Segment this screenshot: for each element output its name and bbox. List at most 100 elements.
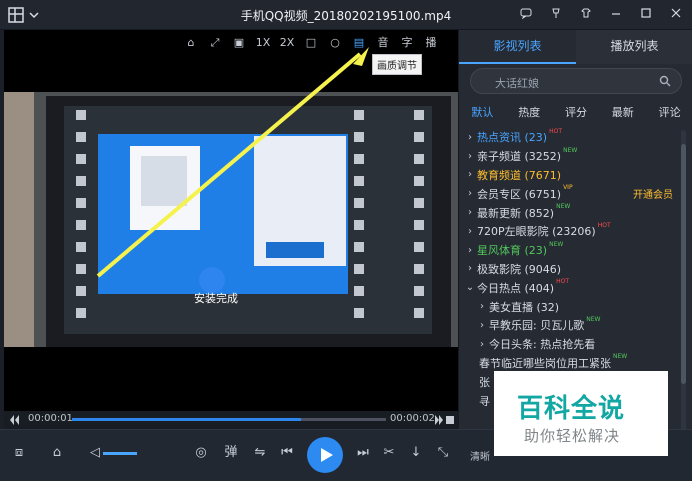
list-item[interactable]: › 早教乐园: 贝瓦儿歌 NEW [459, 316, 692, 335]
tab-playlist[interactable]: 播放列表 [576, 30, 692, 64]
clear-button[interactable]: 清晰 [470, 448, 490, 463]
watermark: 百科全说 助你轻松解决 [494, 371, 668, 456]
danmaku-button[interactable]: 弹 [220, 442, 242, 464]
minimize-icon[interactable] [610, 7, 622, 19]
chevron-down-icon[interactable]: ⌄ [463, 282, 477, 293]
chevron-right-icon[interactable]: › [463, 169, 477, 180]
chevron-right-icon[interactable]: › [463, 151, 477, 162]
search-icon[interactable] [659, 75, 671, 87]
video-toolbar: ⌂ ⤢ ▣ 1X 2X □ ○ ▤ 音 字 播 [179, 32, 443, 54]
volume-slider[interactable] [103, 452, 137, 455]
chevron-right-icon[interactable]: › [475, 339, 489, 350]
list-item-label: 早教乐园: 贝瓦儿歌 [489, 319, 585, 333]
chat-icon[interactable] [520, 7, 532, 19]
settings-sliders-icon[interactable]: ⇋ [249, 442, 271, 464]
scroll-thumb[interactable] [681, 144, 686, 384]
chevron-right-icon[interactable]: › [463, 226, 477, 237]
list-item-label: 会员专区 (6751) [477, 187, 562, 201]
play-menu-button[interactable]: 播 [419, 33, 443, 53]
list-item-badge: HOT [549, 128, 562, 135]
list-item-badge: HOT [597, 221, 611, 229]
chevron-right-icon[interactable]: › [463, 263, 477, 274]
list-item[interactable]: › 720P左眼影院 (23206) HOT [459, 222, 692, 241]
list-item-label: 720P左眼影院 (23206) [477, 225, 596, 239]
list-item[interactable]: › 极致影院 (9046) [459, 260, 692, 279]
next-icon[interactable]: ⏭ [352, 442, 374, 464]
sort-comments[interactable]: 评论 [659, 102, 681, 124]
sidebar: 影视列表 播放列表 大话红娘 默认 热度 评分 最新 评论 › 热点资讯 (23)… [458, 30, 692, 430]
sidebar-scrollbar[interactable] [681, 130, 686, 430]
scissors-icon[interactable]: ✂ [378, 442, 400, 464]
tab-video-list[interactable]: 影视列表 [459, 30, 576, 64]
speed-2x-button[interactable]: 2X [275, 33, 299, 53]
sort-score[interactable]: 评分 [565, 102, 587, 124]
list-item[interactable]: › 会员专区 (6751) VIP 开通会员 [459, 184, 692, 203]
list-item[interactable]: ⌄ 今日热点 (404) HOT [459, 278, 692, 297]
progress-bar[interactable] [72, 418, 386, 421]
subtitle-button[interactable]: 字 [395, 33, 419, 53]
quality-icon[interactable]: ▤ [347, 33, 371, 53]
vip-link[interactable]: 开通会员 [633, 186, 673, 201]
rewind-icon[interactable] [10, 415, 20, 425]
close-icon[interactable] [670, 7, 682, 19]
bulb-icon[interactable]: ○ [323, 33, 347, 53]
list-item-label: 今日头条: 热点抢先看 [489, 338, 596, 352]
toolbox-icon[interactable]: ⧈ [8, 442, 30, 464]
play-button[interactable] [307, 437, 343, 473]
maximize-icon[interactable] [640, 7, 652, 19]
pin-video-icon[interactable]: ⌂ [179, 33, 203, 53]
chevron-right-icon[interactable]: › [475, 301, 489, 312]
chevron-right-icon[interactable]: › [463, 245, 477, 256]
video-player[interactable]: ⌂ ⤢ ▣ 1X 2X □ ○ ▤ 音 字 播 画质调节 安装完成 [4, 30, 458, 429]
crop-icon[interactable]: ▣ [227, 33, 251, 53]
chevron-right-icon[interactable]: › [463, 207, 477, 218]
list-item[interactable]: › 星风体育 (23) NEW [459, 241, 692, 260]
list-item-label: 亲子频道 (3252) [477, 150, 562, 164]
play-icon [321, 448, 333, 462]
list-item-label: 教育频道 (7671) [477, 168, 562, 182]
open-folder-icon[interactable]: ⌂ [46, 442, 68, 464]
list-item[interactable]: › 亲子频道 (3252) NEW [459, 147, 692, 166]
stop-icon[interactable] [446, 416, 454, 424]
aspect-icon[interactable]: □ [299, 33, 323, 53]
list-item[interactable]: › 今日头条: 热点抢先看 [459, 335, 692, 354]
list-item-badge: NEW [556, 203, 571, 211]
sort-newest[interactable]: 最新 [612, 102, 634, 124]
chevron-right-icon[interactable]: › [475, 320, 489, 331]
chevron-right-icon[interactable]: › [463, 132, 477, 143]
speed-1x-button[interactable]: 1X [251, 33, 275, 53]
list-item[interactable]: › 教育频道 (7671) [459, 166, 692, 185]
title-bar: 手机QQ视频_20180202195100.mp4 [0, 0, 692, 30]
chevron-right-icon[interactable]: › [463, 188, 477, 199]
list-item-label: 春节临近哪些岗位用工紧张 [479, 356, 611, 370]
list-item-badge: NEW [563, 146, 578, 154]
list-item-label: 张 [479, 375, 490, 389]
pin-icon[interactable] [550, 7, 562, 19]
shirt-icon[interactable] [580, 7, 592, 19]
list-item-label: 今日热点 (404) [477, 281, 555, 295]
list-item[interactable]: › 美女直播 (32) [459, 297, 692, 316]
list-item[interactable]: › 热点资讯 (23) HOT [459, 128, 692, 147]
sort-hot[interactable]: 热度 [518, 102, 540, 124]
list-item[interactable]: › 最新更新 (852) NEW [459, 203, 692, 222]
list-item[interactable]: 春节临近哪些岗位用工紧张 NEW [459, 353, 692, 373]
search-input[interactable]: 大话红娘 [470, 68, 682, 94]
fast-forward-icon[interactable] [434, 415, 444, 425]
previous-icon[interactable]: ⏮ [276, 442, 298, 464]
list-item-label: 极致影院 (9046) [477, 262, 562, 276]
fullscreen-icon[interactable]: ⤡ [432, 442, 454, 464]
list-item-badge: VIP [563, 184, 573, 192]
list-item-label: 美女直播 (32) [489, 300, 560, 314]
watermark-title: 百科全说 [517, 394, 626, 424]
expand-icon[interactable]: ⤢ [203, 33, 227, 53]
audio-button[interactable]: 音 [371, 33, 395, 53]
list-item-badge: NEW [549, 240, 564, 248]
progress-row: 00:00:01 00:00:02 [4, 411, 458, 429]
total-time: 00:00:02 [390, 413, 435, 424]
progress-fill [72, 418, 302, 421]
list-item-label: 星风体育 (23) [477, 244, 548, 258]
download-icon[interactable]: ↓ [405, 442, 427, 464]
sort-default[interactable]: 默认 [471, 102, 493, 124]
view-icon[interactable]: ◎ [190, 442, 212, 464]
list-item-badge: HOT [556, 278, 569, 286]
